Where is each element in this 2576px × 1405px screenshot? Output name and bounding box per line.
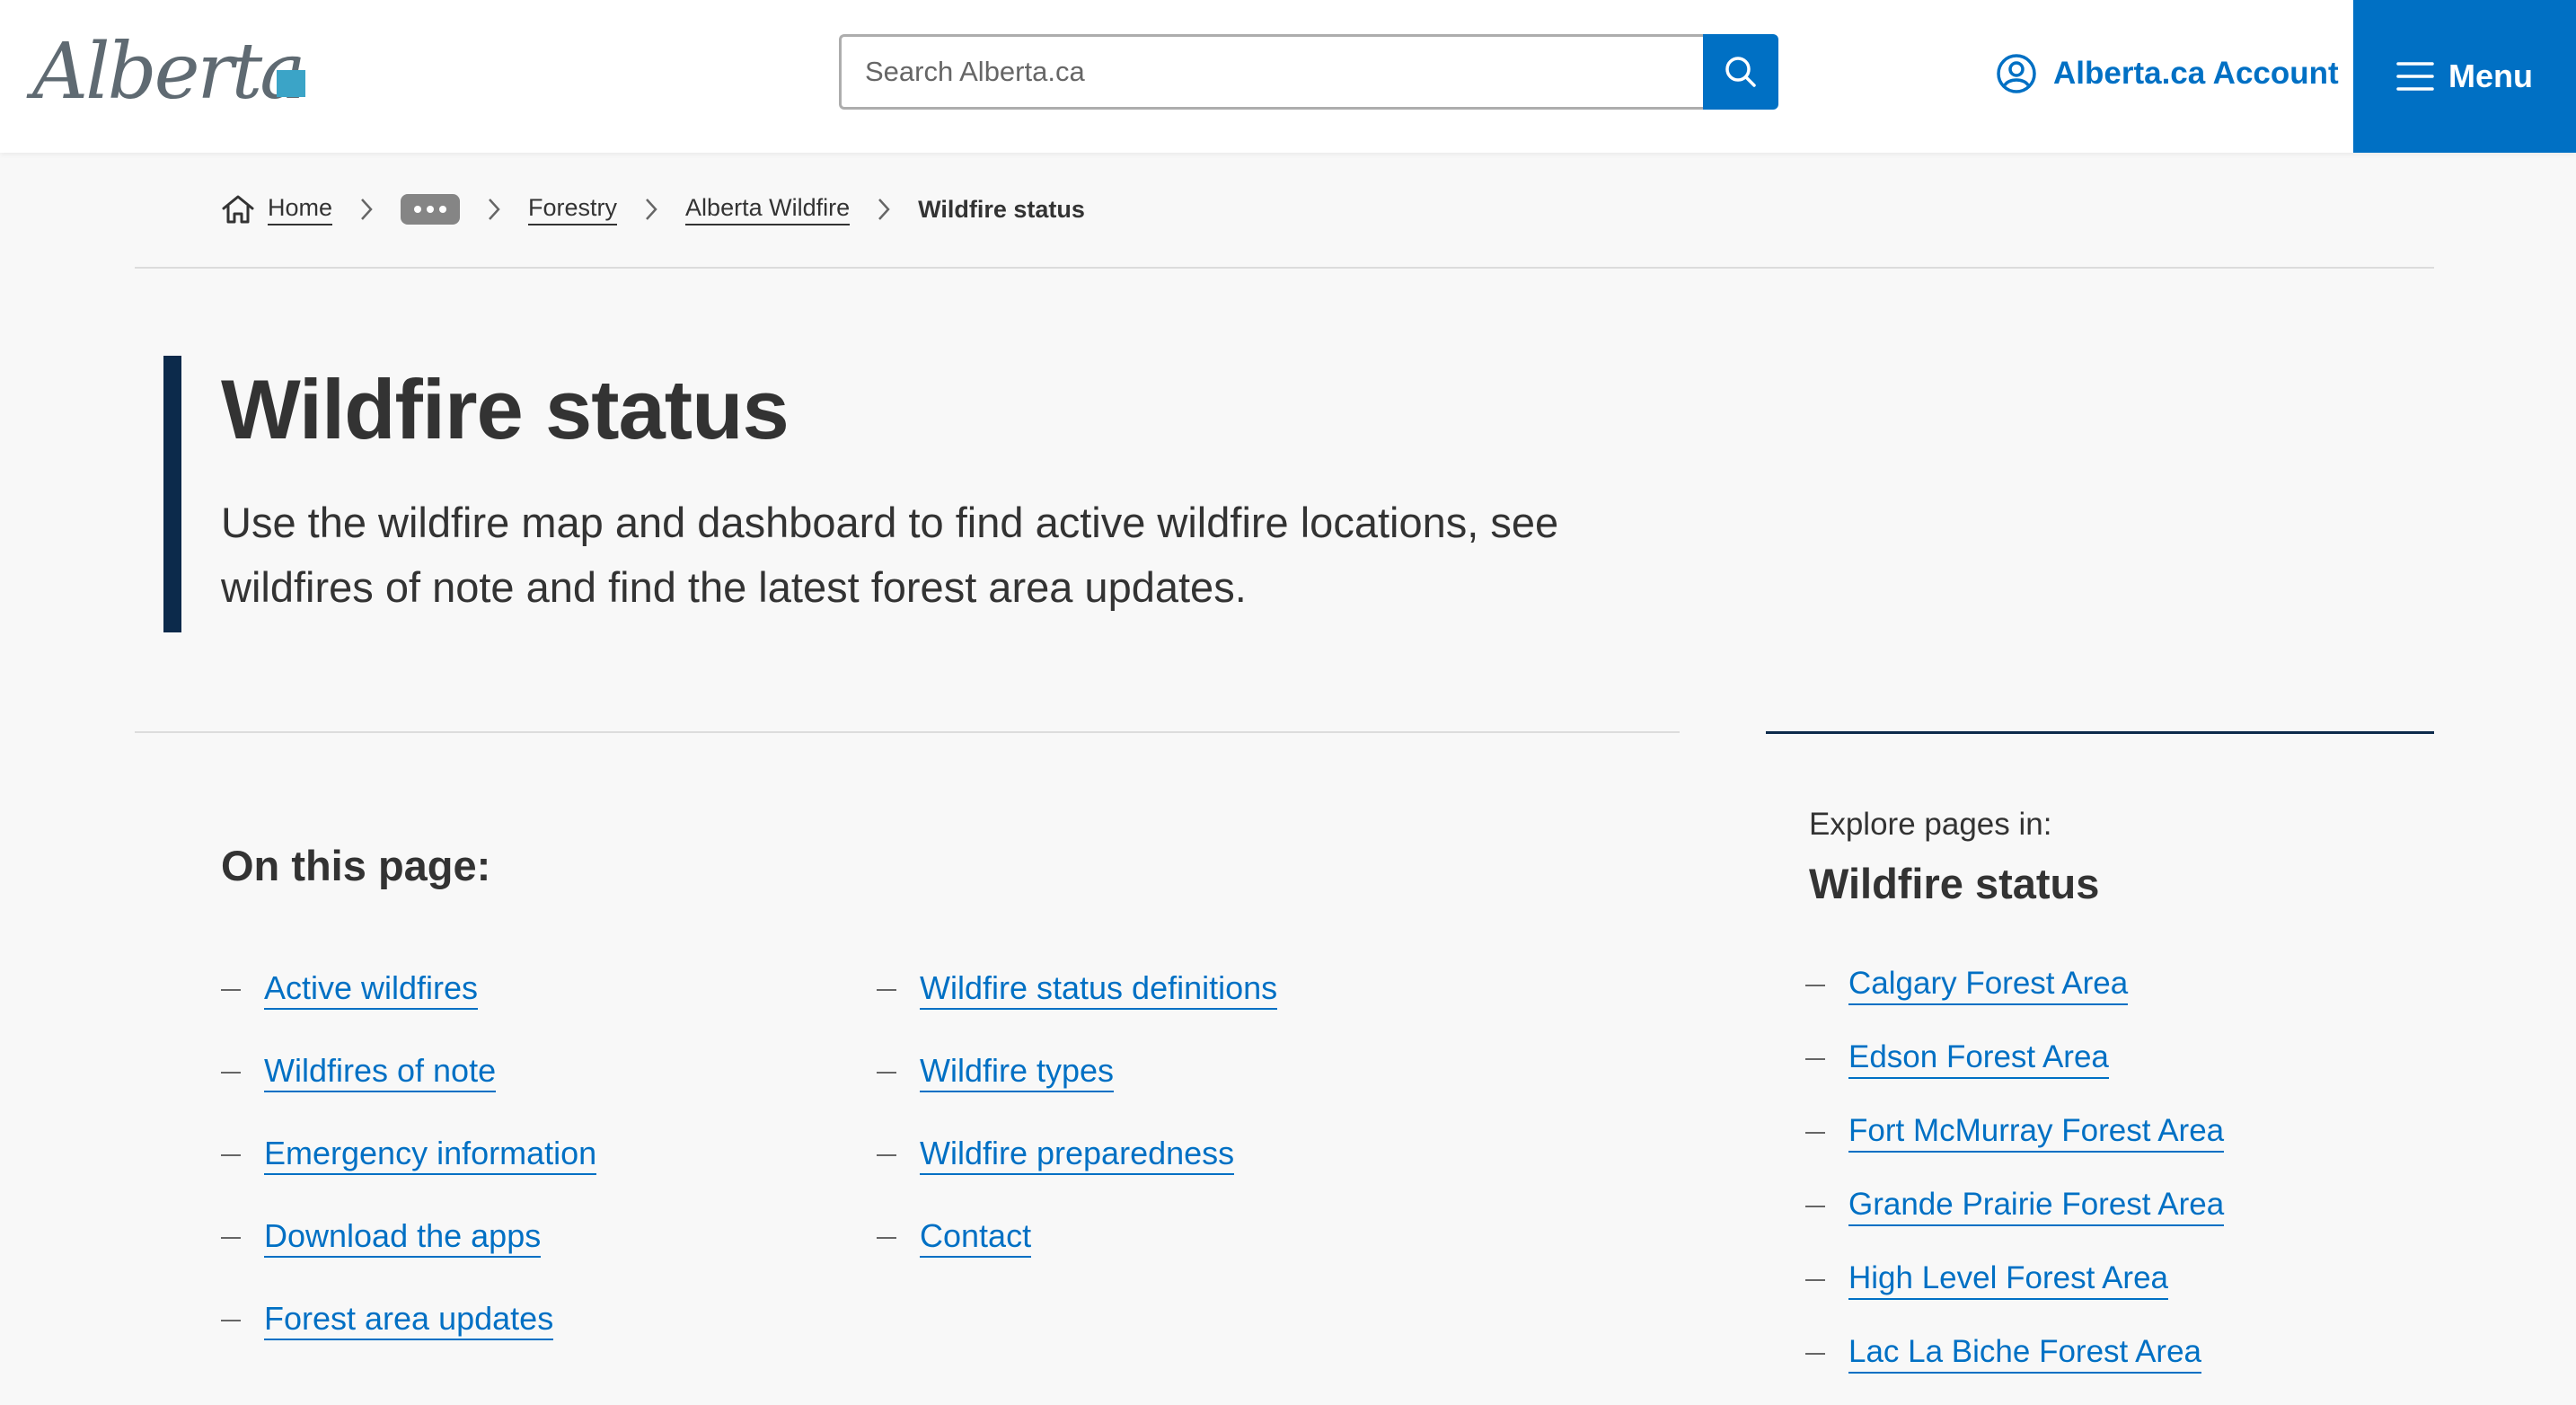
home-icon: [222, 195, 254, 224]
account-label: Alberta.ca Account: [2053, 56, 2339, 91]
anchor-link[interactable]: Wildfire types: [920, 1053, 1115, 1092]
side-link[interactable]: Fort McMurray Forest Area: [1848, 1113, 2225, 1153]
search-input[interactable]: [839, 34, 1703, 110]
hamburger-icon: [2396, 62, 2434, 91]
page-title: Wildfire status: [221, 362, 790, 456]
dot-icon: [414, 206, 422, 213]
dash-icon: [1805, 1132, 1825, 1134]
list-item: Lac La Biche Forest Area: [1805, 1317, 2224, 1391]
breadcrumb-expand-button[interactable]: [401, 194, 461, 225]
breadcrumb-forestry[interactable]: Forestry: [528, 194, 618, 225]
search-icon: [1725, 57, 1756, 87]
anchor-link[interactable]: Wildfires of note: [264, 1053, 497, 1092]
list-item: Grande Prairie Forest Area: [1805, 1170, 2225, 1243]
anchor-link[interactable]: Active wildfires: [264, 970, 479, 1010]
dash-icon: [1805, 1279, 1825, 1281]
search-bar: [839, 34, 1778, 110]
breadcrumb-alberta-wildfire[interactable]: Alberta Wildfire: [685, 194, 851, 225]
dash-icon: [221, 1320, 241, 1321]
list-item: Forest area updates: [221, 1279, 596, 1362]
breadcrumb: Home Forestry Alberta Wildfire Wildfire …: [221, 187, 1085, 232]
side-panel-kicker: Explore pages in:: [1809, 807, 2052, 842]
breadcrumb-home-link[interactable]: Home: [268, 194, 333, 225]
list-item: Calgary Forest Area: [1805, 949, 2224, 1022]
chevron-right-icon: [877, 197, 891, 222]
list-item: Download the apps: [221, 1197, 596, 1279]
search-button[interactable]: [1703, 34, 1778, 110]
dash-icon: [1805, 985, 1825, 986]
side-link[interactable]: Grande Prairie Forest Area: [1848, 1187, 2225, 1226]
dash-icon: [221, 1072, 241, 1074]
on-this-page-heading: On this page:: [221, 842, 491, 889]
dash-icon: [877, 1237, 896, 1239]
side-panel-divider: [1766, 731, 2434, 734]
list-item: Wildfire preparedness: [877, 1114, 1277, 1197]
site-header: Alberta Alberta.ca Account Menu: [0, 0, 2576, 153]
dash-icon: [877, 989, 896, 991]
side-link[interactable]: High Level Forest Area: [1848, 1260, 2169, 1300]
divider: [135, 731, 1680, 733]
dash-icon: [1805, 1058, 1825, 1060]
divider: [135, 267, 2434, 269]
on-this-page-list-col2: Wildfire status definitions Wildfire typ…: [877, 949, 1278, 1279]
dash-icon: [221, 989, 241, 991]
dot-icon: [439, 206, 447, 213]
chevron-right-icon: [359, 197, 374, 222]
list-item: Wildfire types: [877, 1031, 1277, 1114]
list-item: High Level Forest Area: [1805, 1243, 2224, 1317]
list-item: Wildfires of note: [221, 1031, 596, 1114]
dash-icon: [877, 1072, 896, 1074]
breadcrumb-home: Home: [221, 194, 333, 225]
account-link[interactable]: Alberta.ca Account: [1996, 50, 2339, 97]
dot-icon: [427, 206, 435, 213]
dash-icon: [1805, 1353, 1825, 1355]
anchor-link[interactable]: Download the apps: [264, 1218, 542, 1258]
breadcrumb-current: Wildfire status: [918, 195, 1085, 223]
menu-label: Menu: [2448, 57, 2533, 94]
menu-button[interactable]: Menu: [2353, 0, 2576, 153]
list-item: Active wildfires: [221, 949, 596, 1031]
side-link[interactable]: Lac La Biche Forest Area: [1848, 1334, 2201, 1374]
anchor-link[interactable]: Emergency information: [264, 1135, 597, 1175]
chevron-right-icon: [644, 197, 658, 222]
list-item: Emergency information: [221, 1114, 597, 1197]
on-this-page-list-col1: Active wildfires Wildfires of note Emerg…: [221, 949, 597, 1362]
anchor-link[interactable]: Wildfire preparedness: [920, 1135, 1235, 1175]
user-icon: [1997, 54, 2036, 93]
side-panel-title: Wildfire status: [1809, 860, 2100, 907]
side-link[interactable]: Edson Forest Area: [1848, 1039, 2109, 1079]
anchor-link[interactable]: Wildfire status definitions: [920, 970, 1278, 1010]
side-panel-list: Calgary Forest Area Edson Forest Area Fo…: [1805, 949, 2225, 1391]
dash-icon: [1805, 1206, 1825, 1207]
side-link[interactable]: Calgary Forest Area: [1848, 966, 2129, 1005]
list-item: Fort McMurray Forest Area: [1805, 1096, 2225, 1170]
chevron-right-icon: [487, 197, 501, 222]
hero-accent-bar: [163, 356, 181, 632]
dash-icon: [221, 1237, 241, 1239]
page-description: Use the wildfire map and dashboard to fi…: [221, 499, 1559, 611]
anchor-link[interactable]: Contact: [920, 1218, 1032, 1258]
dash-icon: [221, 1154, 241, 1156]
logo-mark-icon: [277, 70, 305, 97]
list-item: Wildfire status definitions: [877, 949, 1278, 1031]
dash-icon: [877, 1154, 896, 1156]
anchor-link[interactable]: Forest area updates: [264, 1301, 554, 1340]
list-item: Contact: [877, 1197, 1277, 1279]
list-item: Edson Forest Area: [1805, 1022, 2224, 1096]
alberta-logo[interactable]: Alberta: [32, 27, 311, 117]
logo-wordmark: Alberta: [32, 27, 305, 117]
